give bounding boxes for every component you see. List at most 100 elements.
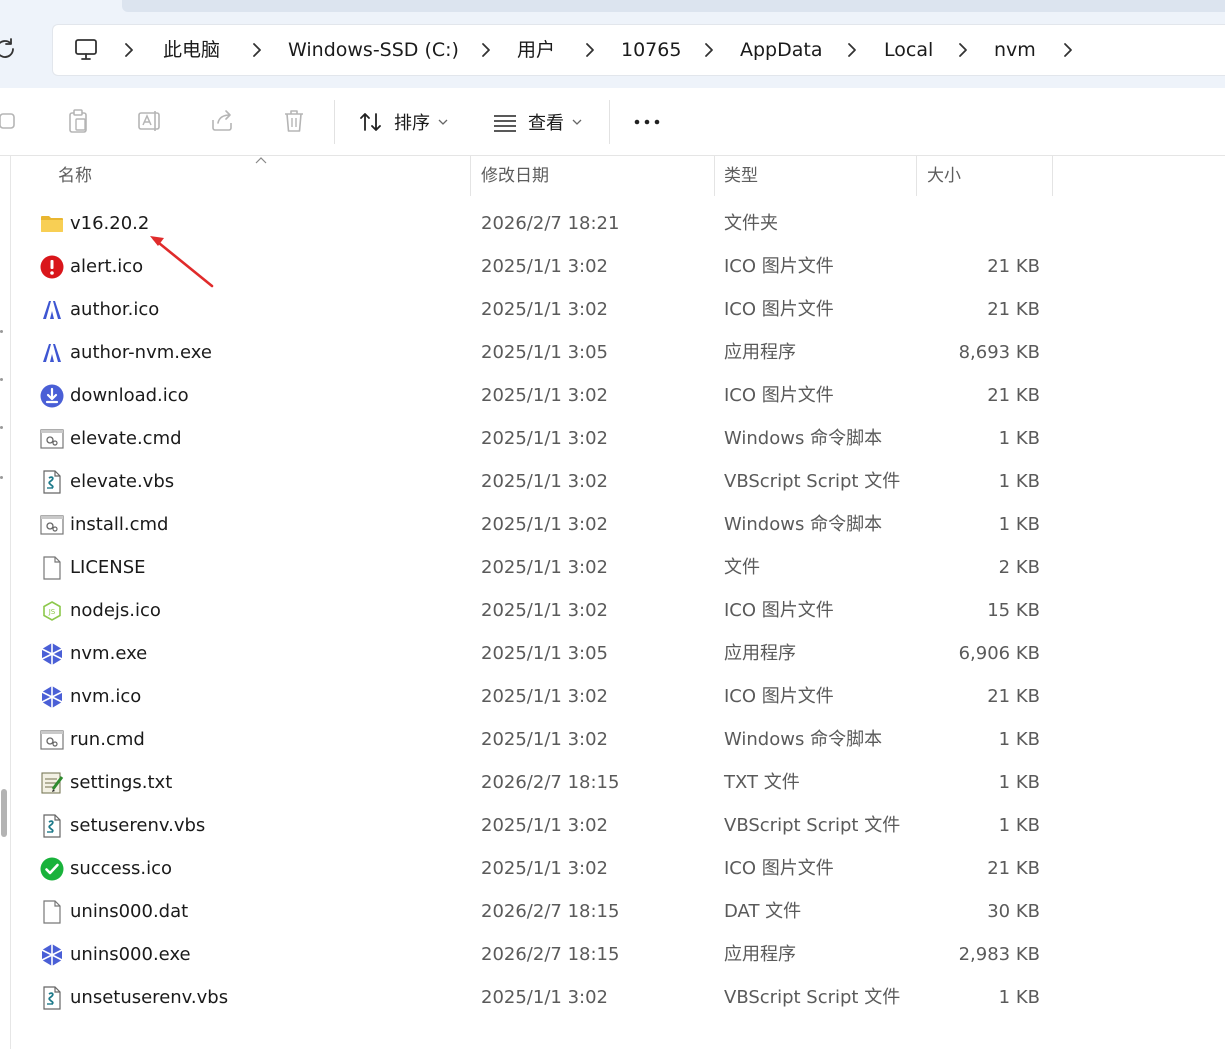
file-size: 21 KB [987,858,1040,879]
breadcrumb-local[interactable]: Local [884,37,933,63]
file-row[interactable]: settings.txt 2026/2/7 18:15 TXT 文件 1 KB [12,761,1052,804]
breadcrumb-user-folder[interactable]: 10765 [621,37,681,63]
file-modified-date: 2025/1/1 3:02 [481,256,608,277]
file-name: author.ico [70,299,160,320]
column-divider[interactable] [1052,156,1053,196]
folder-icon [40,212,64,236]
chevron-down-icon [438,119,448,125]
pane-divider [10,156,11,1049]
file-name: LICENSE [70,557,146,578]
chevron-right-icon[interactable] [123,40,135,60]
column-header-date[interactable]: 修改日期 [481,156,549,196]
vbs-file-icon [40,986,64,1010]
breadcrumb-this-pc[interactable]: 此电脑 [163,37,220,63]
file-size: 1 KB [998,428,1040,449]
file-row[interactable]: author-nvm.exe 2025/1/1 3:05 应用程序 8,693 KB [12,331,1052,374]
file-size: 1 KB [998,729,1040,750]
file-name: author-nvm.exe [70,342,212,363]
file-row[interactable]: nvm.ico 2025/1/1 3:02 ICO 图片文件 21 KB [12,675,1052,718]
file-row[interactable]: install.cmd 2025/1/1 3:02 Windows 命令脚本 1 KB [12,503,1052,546]
file-name: settings.txt [70,772,173,793]
file-type: 应用程序 [724,342,796,363]
file-row[interactable]: unsetuserenv.vbs 2025/1/1 3:02 VBScript Sc… [12,976,1052,1019]
refresh-icon[interactable] [0,36,18,62]
more-options-icon[interactable] [628,108,668,136]
file-row[interactable]: LICENSE 2025/1/1 3:02 文件 2 KB [12,546,1052,589]
file-name: install.cmd [70,514,169,535]
copy-icon[interactable] [0,108,20,134]
column-header-size[interactable]: 大小 [927,156,961,196]
share-icon[interactable] [209,108,235,134]
rename-icon[interactable] [137,108,163,134]
column-divider[interactable] [714,156,715,196]
file-size: 21 KB [987,686,1040,707]
sort-button[interactable]: 排序 [358,102,448,142]
file-type: Windows 命令脚本 [724,514,883,535]
file-modified-date: 2025/1/1 3:05 [481,643,608,664]
file-row[interactable]: nvm.exe 2025/1/1 3:05 应用程序 6,906 KB [12,632,1052,675]
file-row[interactable]: setuserenv.vbs 2025/1/1 3:02 VBScript Scri… [12,804,1052,847]
file-row[interactable]: author.ico 2025/1/1 3:02 ICO 图片文件 21 KB [12,288,1052,331]
column-header-name[interactable]: 名称 [58,156,92,196]
file-row[interactable]: unins000.exe 2026/2/7 18:15 应用程序 2,983 KB [12,933,1052,976]
file-size: 21 KB [987,299,1040,320]
file-size: 1 KB [998,772,1040,793]
tab-strip [122,0,1225,12]
chevron-right-icon[interactable] [584,40,596,60]
file-row[interactable]: success.ico 2025/1/1 3:02 ICO 图片文件 21 KB [12,847,1052,890]
file-size: 21 KB [987,385,1040,406]
file-type: TXT 文件 [724,772,800,793]
chevron-right-icon[interactable] [1062,40,1074,60]
view-button[interactable]: 查看 [492,102,582,142]
file-modified-date: 2025/1/1 3:02 [481,471,608,492]
file-size: 8,693 KB [958,342,1040,363]
column-header-type[interactable]: 类型 [724,156,758,196]
chevron-right-icon[interactable] [846,40,858,60]
this-pc-icon[interactable] [73,38,99,62]
file-size: 1 KB [998,815,1040,836]
nvm-icon [40,642,64,666]
chevron-right-icon[interactable] [703,40,715,60]
file-row[interactable]: elevate.cmd 2025/1/1 3:02 Windows 命令脚本 1 KB [12,417,1052,460]
file-size: 6,906 KB [958,643,1040,664]
file-modified-date: 2025/1/1 3:02 [481,686,608,707]
breadcrumb-appdata[interactable]: AppData [740,37,823,63]
toolbar-divider [334,100,335,144]
file-modified-date: 2026/2/7 18:15 [481,901,620,922]
address-bar[interactable]: 此电脑 Windows-SSD (C:) 用户 10765 AppData Lo… [52,24,1225,76]
file-row[interactable]: download.ico 2025/1/1 3:02 ICO 图片文件 21 KB [12,374,1052,417]
delete-icon[interactable] [281,108,307,134]
view-icon [494,115,516,132]
column-divider[interactable] [916,156,917,196]
blank-file-icon [40,900,64,924]
svg-text:JS: JS [48,608,56,616]
file-size: 15 KB [987,600,1040,621]
file-type: DAT 文件 [724,901,802,922]
file-row[interactable]: elevate.vbs 2025/1/1 3:02 VBScript Script … [12,460,1052,503]
chevron-right-icon[interactable] [957,40,969,60]
paste-icon[interactable] [65,108,91,134]
file-modified-date: 2025/1/1 3:02 [481,600,608,621]
cmd-file-icon [40,728,64,752]
breadcrumb-drive[interactable]: Windows-SSD (C:) [288,37,459,63]
file-name: unins000.exe [70,944,191,965]
file-modified-date: 2025/1/1 3:02 [481,514,608,535]
column-divider[interactable] [470,156,471,196]
nodejs-icon: JS [40,599,64,623]
chevron-right-icon[interactable] [480,40,492,60]
file-type: ICO 图片文件 [724,385,834,406]
file-type: VBScript Script 文件 [724,987,901,1008]
file-type: Windows 命令脚本 [724,729,883,750]
file-row[interactable]: run.cmd 2025/1/1 3:02 Windows 命令脚本 1 KB [12,718,1052,761]
file-type: 应用程序 [724,944,796,965]
file-row[interactable]: JS nodejs.ico 2025/1/1 3:02 ICO 图片文件 15 KB [12,589,1052,632]
file-row[interactable]: unins000.dat 2026/2/7 18:15 DAT 文件 30 KB [12,890,1052,933]
file-type: ICO 图片文件 [724,256,834,277]
breadcrumb-nvm[interactable]: nvm [994,37,1036,63]
file-modified-date: 2025/1/1 3:02 [481,428,608,449]
author-icon [40,341,64,365]
cmd-file-icon [40,513,64,537]
nav-pane-scrollbar[interactable] [1,789,7,837]
breadcrumb-users[interactable]: 用户 [517,37,555,63]
chevron-right-icon[interactable] [251,40,263,60]
